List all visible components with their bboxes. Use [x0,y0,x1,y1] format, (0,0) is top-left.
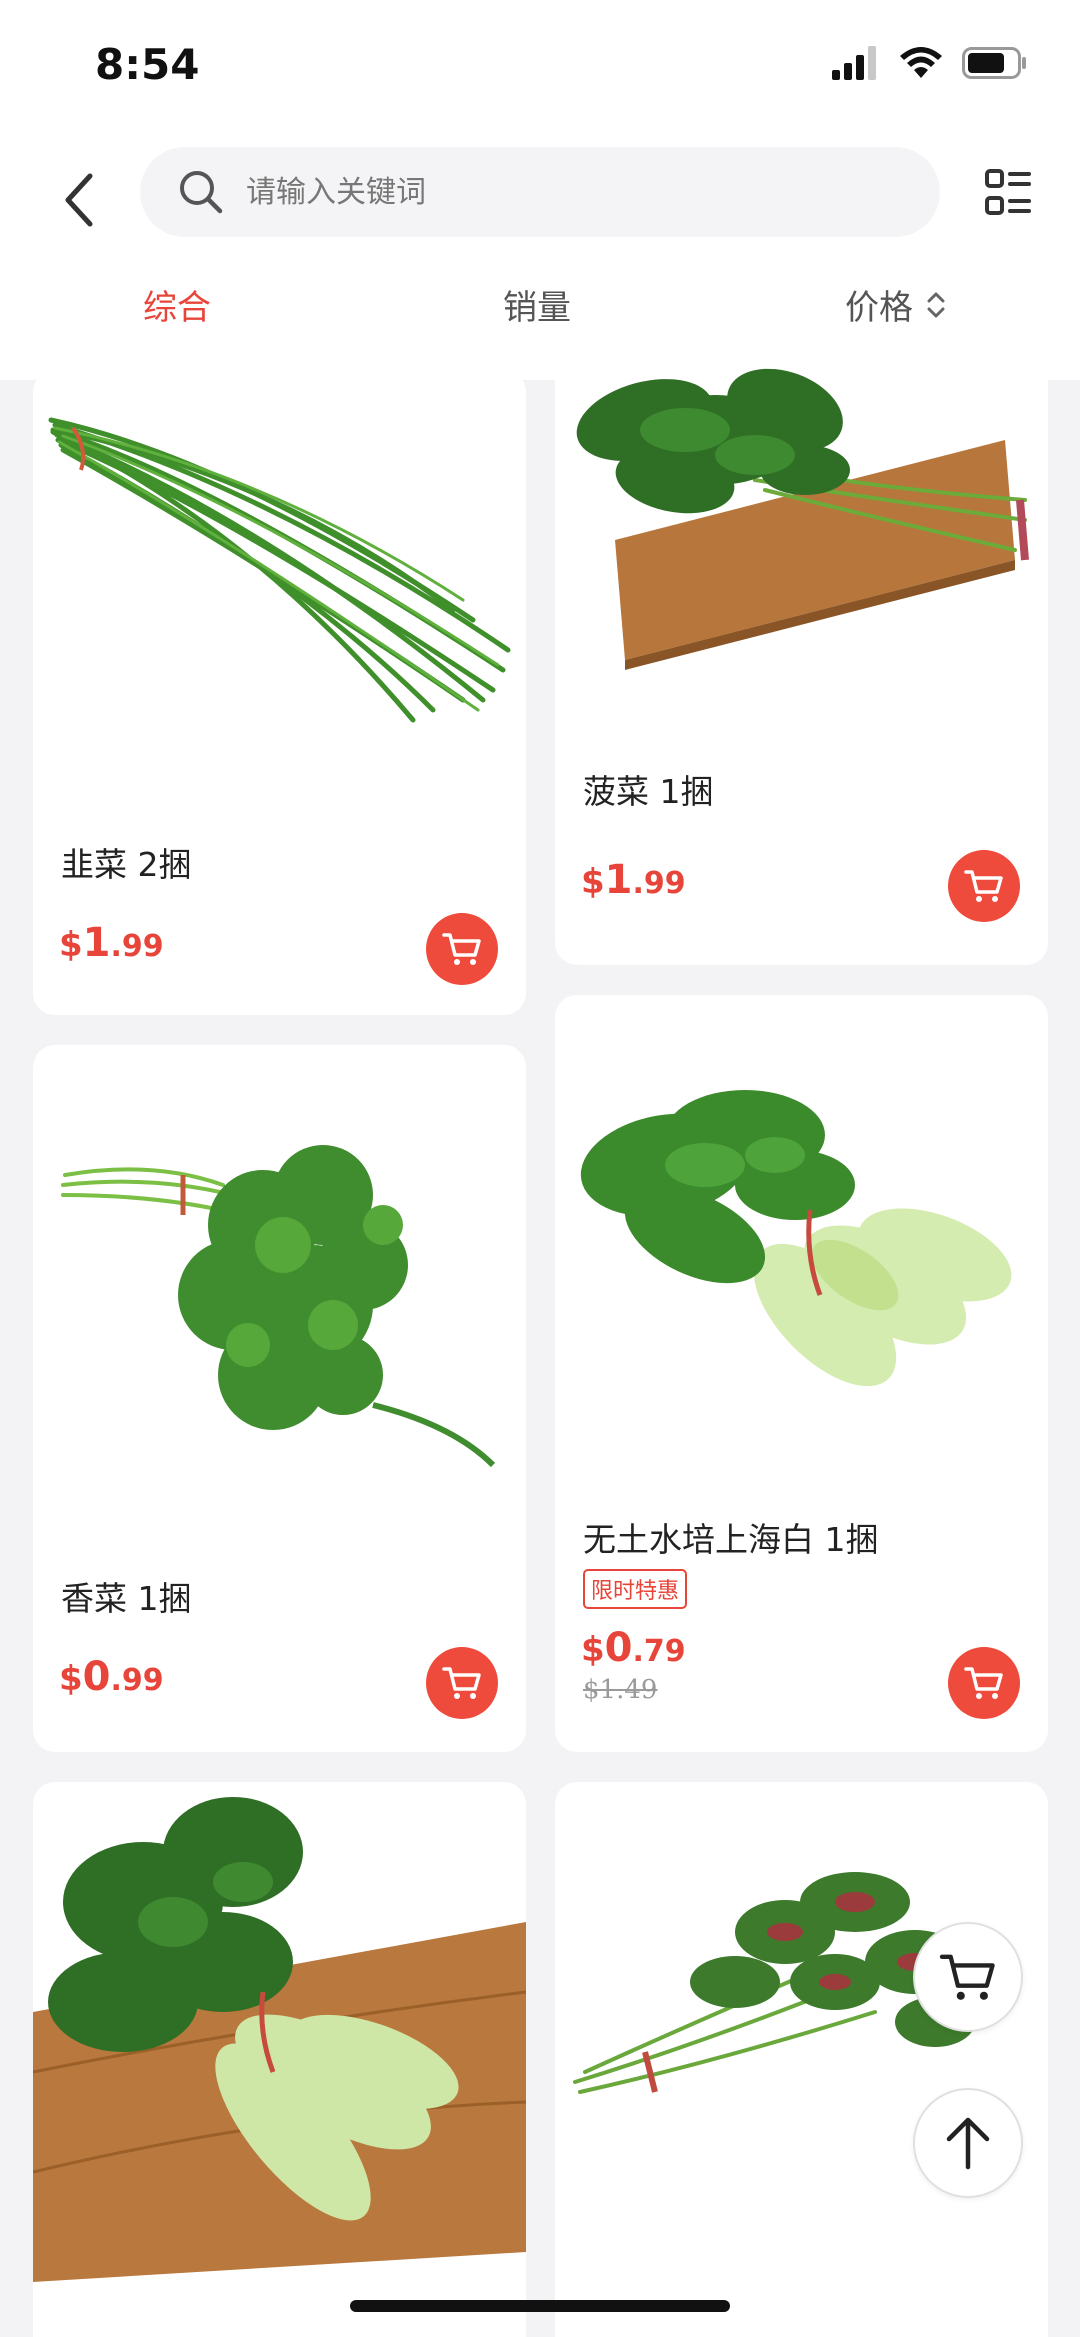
product-image-tatsoi [33,1797,526,2282]
product-card[interactable]: 香菜 1捆 $0.99 [33,1045,526,1752]
wifi-icon [900,47,942,78]
currency-symbol: $ [59,925,83,965]
status-time: 8:54 [95,40,200,89]
battery-icon [962,47,1026,79]
product-name: 红苋菜 1捆 [583,2327,747,2337]
sort-tabs: 综合 销量 价格 [0,280,1080,355]
original-price: $1.49 [583,1675,658,1705]
product-price: $1.99 [581,857,686,903]
product-grid: 韭菜 2捆 $1.99 菠菜 1捆 $1.99 香菜 1捆 $0.99 无土水培… [0,360,1080,2337]
product-name: 韭菜 2捆 [61,845,192,884]
tab-comprehensive[interactable]: 综合 [143,280,211,329]
price-int: 1 [604,857,633,903]
price-int: 0 [604,1625,633,1671]
product-image-chives [48,417,511,723]
price-cents: .79 [632,1634,686,1669]
tab-price[interactable]: 价格 [845,280,947,329]
product-image-bok-choy [580,1090,1012,1387]
tab-label: 销量 [503,288,571,328]
tab-label: 综合 [143,288,211,328]
currency-symbol: $ [581,862,605,902]
status-bar: 8:54 [0,0,1080,130]
product-name: 香菜 1捆 [61,1579,192,1618]
product-image-cilantro [61,1145,496,1468]
back-button[interactable] [50,160,110,240]
price-int: 0 [82,1654,111,1700]
cart-icon [939,1954,995,2000]
product-name: 无土水培上海白 1捆 [583,1520,879,1559]
price-cents: .99 [110,1663,164,1698]
add-to-cart-button[interactable] [948,1647,1020,1719]
product-card[interactable]: 菠菜 1捆 $1.99 [555,360,1048,965]
tab-sales[interactable]: 销量 [503,280,571,329]
price-cents: .99 [632,866,686,901]
promo-badge: 限时特惠 [583,1569,688,1609]
search-icon [180,171,223,214]
price-int: 1 [82,920,111,966]
layout-toggle-button[interactable] [978,162,1038,222]
currency-symbol: $ [581,1630,605,1670]
add-to-cart-button[interactable] [426,913,498,985]
product-card[interactable]: 无土水培上海白 1捆 限时特惠 $0.79 $1.49 [555,995,1048,1752]
product-price: $1.99 [59,920,164,966]
product-card[interactable]: 红苋菜 1捆 [555,1782,1048,2337]
status-icons [832,46,1028,80]
add-to-cart-button[interactable] [426,1647,498,1719]
product-card[interactable]: 韭菜 2捆 $1.99 [33,370,526,1015]
home-indicator [350,2300,730,2312]
currency-symbol: $ [59,1659,83,1699]
search-bar[interactable] [140,147,940,237]
product-price: $0.99 [59,1654,164,1700]
cart-icon [442,1667,481,1699]
search-input[interactable] [246,174,846,210]
chevron-left-icon [65,173,93,227]
product-image-spinach [576,368,1029,670]
product-name: 菠菜 1捆 [583,772,714,811]
sort-arrows-icon [927,292,945,317]
product-card[interactable]: 塔菜 1捆 [33,1782,526,2337]
floating-cart-button[interactable] [913,1922,1023,2032]
header: 综合 销量 价格 [0,130,1080,380]
back-to-top-button[interactable] [913,2088,1023,2198]
price-cents: .99 [110,929,164,964]
cart-icon [442,933,481,965]
product-price: $0.79 [581,1625,686,1671]
product-image-red-amaranth [573,1872,975,2094]
cart-icon [964,870,1003,902]
add-to-cart-button[interactable] [948,850,1020,922]
product-name: 塔菜 1捆 [61,2327,192,2337]
cart-icon [964,1667,1003,1699]
tab-label: 价格 [845,288,913,328]
signal-icon [832,46,876,80]
arrow-up-icon [946,2117,990,2170]
list-layout-icon [985,169,1031,215]
